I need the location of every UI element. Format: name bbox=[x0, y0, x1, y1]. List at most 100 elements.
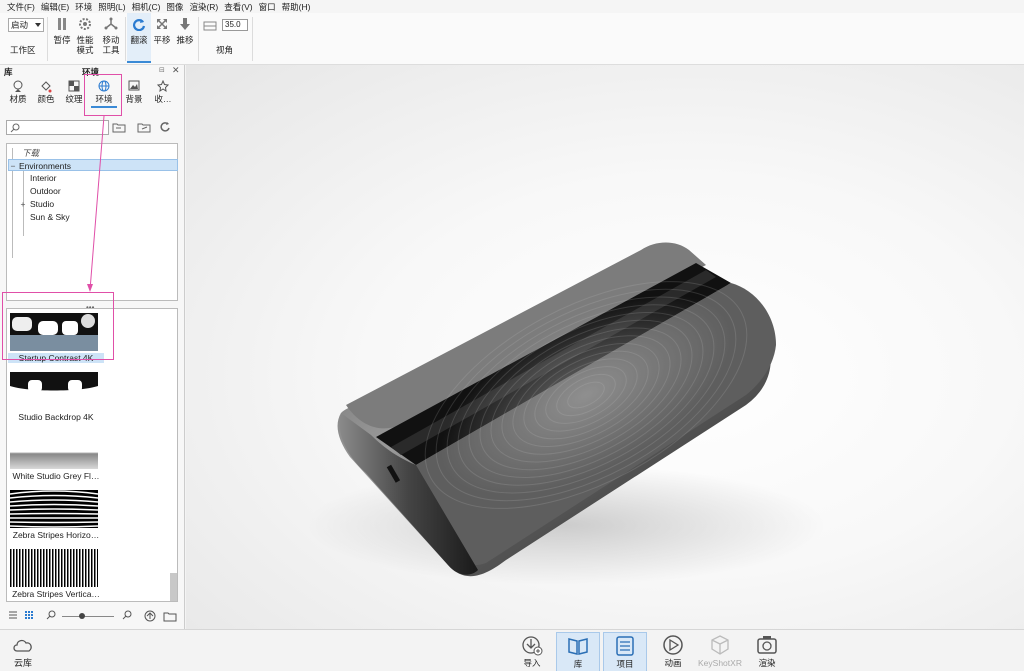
render-button[interactable]: 渲染 bbox=[745, 632, 789, 671]
tab-materials[interactable]: 材质 bbox=[5, 80, 31, 108]
pause-button[interactable]: 暂停 bbox=[50, 13, 74, 63]
library-search-input[interactable] bbox=[6, 120, 109, 135]
collapse-icon[interactable]: − bbox=[9, 160, 17, 172]
keyshotxr-button[interactable]: KeyShotXR bbox=[698, 632, 742, 671]
animation-label: 动画 bbox=[664, 658, 682, 668]
animation-play-icon bbox=[662, 632, 684, 658]
environment-preview-image bbox=[10, 490, 98, 528]
pan-button[interactable]: 平移 bbox=[150, 13, 174, 63]
keyshotxr-cube-icon bbox=[709, 632, 731, 658]
tumble-button[interactable]: 翻滚 bbox=[127, 13, 151, 63]
menu-image[interactable]: 图像 bbox=[163, 1, 186, 13]
expand-icon[interactable]: + bbox=[19, 198, 27, 210]
zebra-stripe bbox=[13, 549, 15, 587]
field-of-view-input[interactable]: 35.0 bbox=[222, 19, 248, 31]
environment-preview-image bbox=[10, 372, 98, 410]
slider-handle[interactable] bbox=[79, 613, 85, 619]
move-tool-button[interactable]: 移动 工具 bbox=[99, 13, 123, 63]
thumbnails-scrollbar[interactable] bbox=[170, 573, 177, 601]
menu-environment[interactable]: 环境 bbox=[72, 1, 95, 13]
texture-checker-icon bbox=[68, 80, 80, 92]
search-icon bbox=[10, 123, 20, 133]
grid-view-icon[interactable] bbox=[24, 610, 34, 622]
render-viewport[interactable] bbox=[186, 65, 1024, 629]
import-icon bbox=[521, 632, 543, 658]
zebra-stripe bbox=[67, 549, 69, 587]
pan-label: 平移 bbox=[153, 35, 171, 45]
menu-render[interactable]: 渲染(R) bbox=[186, 1, 221, 13]
cloud-library-button[interactable]: 云库 bbox=[8, 636, 38, 670]
tab-favorites[interactable]: 收… bbox=[150, 80, 176, 108]
zebra-stripe bbox=[61, 549, 63, 587]
pin-icon[interactable]: ⊟ bbox=[159, 66, 165, 74]
field-of-view-icon bbox=[203, 21, 217, 33]
menu-edit[interactable]: 编辑(E) bbox=[38, 1, 72, 13]
tab-backplates[interactable]: 背景 bbox=[121, 80, 147, 108]
performance-gear-icon bbox=[78, 13, 92, 35]
environment-thumb-white-studio-grey[interactable]: White Studio Grey Fl… bbox=[8, 429, 104, 487]
folder-export-icon[interactable] bbox=[137, 121, 151, 134]
toolbar-divider bbox=[252, 17, 253, 61]
zoom-in-icon[interactable] bbox=[122, 610, 132, 622]
zebra-stripe bbox=[88, 549, 90, 587]
menu-lighting[interactable]: 照明(L) bbox=[95, 1, 128, 13]
project-button[interactable]: 项目 bbox=[603, 632, 647, 671]
menu-help[interactable]: 帮助(H) bbox=[279, 1, 314, 13]
main-toolbar: 启动 工作区 暂停 性能 模式 移动 工具 翻滚 平移 推移 35.0 视角 bbox=[0, 13, 1024, 65]
move-tool-label-1: 移动 bbox=[102, 35, 120, 45]
tree-item-interior-label: Interior bbox=[30, 173, 57, 183]
menu-window[interactable]: 窗口 bbox=[256, 1, 279, 13]
tree-item-studio[interactable]: + Studio bbox=[8, 198, 178, 210]
tree-item-interior[interactable]: Interior bbox=[8, 172, 178, 184]
tree-item-sun-sky[interactable]: Sun & Sky bbox=[8, 211, 178, 223]
zebra-stripe bbox=[94, 549, 96, 587]
environment-preview-image bbox=[10, 549, 98, 587]
menu-camera[interactable]: 相机(C) bbox=[129, 1, 164, 13]
dolly-arrow-icon bbox=[178, 13, 192, 35]
move-tool-label-2: 工具 bbox=[102, 45, 120, 55]
tab-colors[interactable]: 颜色 bbox=[33, 80, 59, 108]
menu-view[interactable]: 查看(V) bbox=[221, 1, 255, 13]
environment-preview-image bbox=[10, 431, 98, 469]
workspace-dropdown[interactable]: 启动 bbox=[8, 18, 44, 32]
render-label: 渲染 bbox=[758, 658, 776, 668]
environment-thumb-zebra-vertical[interactable]: Zebra Stripes Vertica… bbox=[8, 547, 104, 601]
project-label: 项目 bbox=[616, 659, 634, 669]
paint-bucket-icon bbox=[41, 81, 52, 93]
zoom-out-icon[interactable] bbox=[46, 610, 56, 622]
performance-mode-button[interactable]: 性能 模式 bbox=[73, 13, 97, 63]
power-bank-model[interactable] bbox=[186, 65, 1024, 629]
import-button[interactable]: 导入 bbox=[510, 632, 554, 671]
tree-item-outdoor[interactable]: Outdoor bbox=[8, 185, 178, 197]
environment-thumb-zebra-horizontal[interactable]: Zebra Stripes Horizo… bbox=[8, 488, 104, 546]
library-panel: 库 环境 ⊟ ✕ 材质 颜色 纹理 环境 背景 收… 下载 − Environm… bbox=[0, 65, 185, 629]
close-icon[interactable]: ✕ bbox=[172, 65, 180, 76]
tab-textures-label: 纹理 bbox=[65, 94, 83, 104]
tree-item-downloads[interactable]: 下载 bbox=[8, 147, 178, 159]
environment-thumb-label: White Studio Grey Fl… bbox=[12, 471, 100, 481]
list-view-icon[interactable] bbox=[8, 610, 18, 622]
zebra-stripe bbox=[16, 549, 18, 587]
bottom-bar: 云库 导入 库 项目 动画 KeyShotXR 渲染 bbox=[0, 629, 1024, 671]
toolbar-divider bbox=[198, 17, 199, 61]
refresh-icon[interactable] bbox=[159, 121, 173, 134]
folder-settings-icon[interactable] bbox=[163, 610, 177, 622]
environment-thumb-studio-backdrop[interactable]: Studio Backdrop 4K bbox=[8, 370, 104, 428]
tumble-label: 翻滚 bbox=[130, 35, 148, 45]
zebra-stripe bbox=[73, 549, 75, 587]
menu-file[interactable]: 文件(F) bbox=[4, 1, 38, 13]
dolly-button[interactable]: 推移 bbox=[173, 13, 197, 63]
chevron-down-icon bbox=[35, 23, 41, 27]
field-of-view-label: 视角 bbox=[216, 45, 234, 55]
thumbnail-size-slider[interactable] bbox=[62, 616, 114, 617]
zebra-stripe bbox=[10, 521, 98, 524]
pause-icon bbox=[56, 13, 68, 35]
folder-import-icon[interactable] bbox=[112, 121, 126, 134]
zebra-stripe bbox=[55, 549, 57, 587]
library-button[interactable]: 库 bbox=[556, 632, 600, 671]
library-label: 库 bbox=[573, 659, 583, 669]
upload-icon[interactable] bbox=[144, 610, 156, 622]
pan-arrows-icon bbox=[155, 13, 169, 35]
tree-item-environments[interactable]: − Environments bbox=[8, 159, 178, 171]
animation-button[interactable]: 动画 bbox=[651, 632, 695, 671]
